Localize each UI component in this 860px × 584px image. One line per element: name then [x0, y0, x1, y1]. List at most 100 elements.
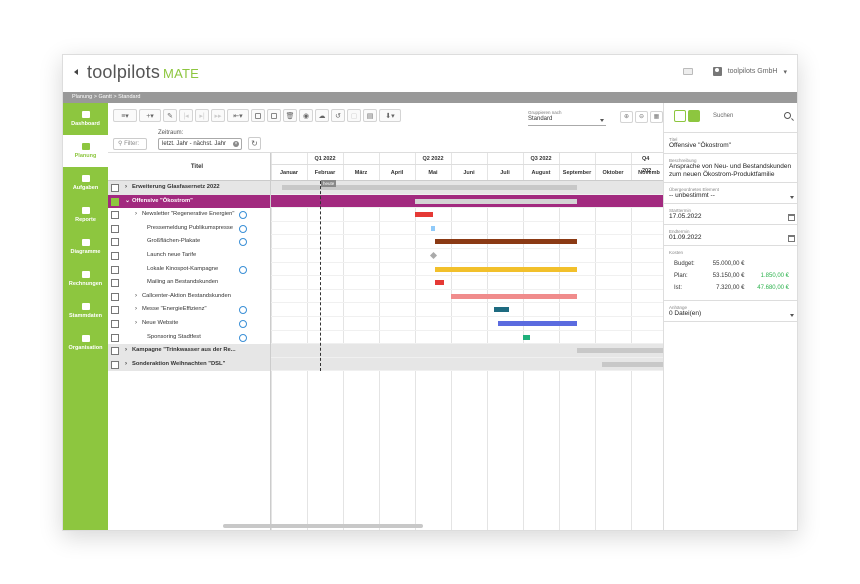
- row-checkbox[interactable]: [111, 211, 119, 220]
- group-by-select[interactable]: Standard: [528, 116, 606, 126]
- row-checkbox[interactable]: [111, 251, 119, 260]
- view-options-button[interactable]: ≡▾: [113, 109, 137, 122]
- chevron-right-icon[interactable]: ›: [125, 358, 127, 372]
- title-field[interactable]: Titel Offensive "Ökostrom": [664, 133, 797, 154]
- chevron-right-icon[interactable]: ›: [135, 290, 137, 304]
- chevron-right-icon[interactable]: ›: [135, 317, 137, 331]
- task-row[interactable]: › Callcenter-Aktion Bestandskunden: [108, 290, 270, 304]
- company-name[interactable]: toolpilots GmbH: [728, 68, 778, 75]
- chevron-right-icon[interactable]: ›: [125, 181, 127, 195]
- refresh-button[interactable]: ↻: [248, 137, 261, 150]
- detail-view-button[interactable]: [688, 110, 700, 122]
- filter-button[interactable]: ⚲ Filter:: [113, 138, 147, 150]
- status-circle-icon[interactable]: [239, 319, 247, 328]
- milestone-diamond[interactable]: [429, 251, 437, 260]
- nav-organisation[interactable]: Organisation: [63, 327, 108, 359]
- status-circle-icon[interactable]: [239, 238, 247, 247]
- status-circle-icon[interactable]: [239, 224, 247, 233]
- back-arrow-icon[interactable]: [74, 69, 78, 75]
- history-button[interactable]: ↺: [331, 109, 345, 122]
- chevron-down-icon[interactable]: ▾: [783, 68, 787, 76]
- delete-button[interactable]: 🗑: [283, 109, 297, 122]
- row-checkbox[interactable]: [111, 184, 119, 192]
- row-checkbox[interactable]: [111, 333, 119, 342]
- attachments-field[interactable]: Anhänge 0 Datei(en): [664, 301, 797, 322]
- nav-diagramme[interactable]: Diagramme: [63, 231, 108, 263]
- parent-value[interactable]: -- unbestimmt --: [669, 192, 794, 200]
- task-row[interactable]: Mailing an Bestandskunden: [108, 276, 270, 290]
- gantt-bar[interactable]: [434, 280, 444, 286]
- duplicate-button[interactable]: [267, 109, 281, 122]
- chevron-right-icon[interactable]: ›: [125, 344, 127, 358]
- zoom-out-icon[interactable]: ⊖: [635, 111, 648, 123]
- calendar-icon[interactable]: [788, 235, 795, 242]
- task-row[interactable]: Pressemeldung Publikumspresse: [108, 222, 270, 236]
- nav-rechnungen[interactable]: Rechnungen: [63, 263, 108, 295]
- description-field[interactable]: Beschreibung Ansprache von Neu- und Best…: [664, 154, 797, 183]
- messages-icon[interactable]: [682, 68, 693, 75]
- status-circle-icon[interactable]: [239, 211, 247, 220]
- next-button[interactable]: ▸|: [195, 109, 209, 122]
- gantt-bar[interactable]: [523, 334, 531, 340]
- gantt-bar[interactable]: [434, 239, 577, 245]
- chevron-right-icon[interactable]: ›: [135, 208, 137, 222]
- start-date-value[interactable]: 17.05.2022: [669, 213, 794, 221]
- row-checkbox[interactable]: [111, 306, 119, 315]
- end-date-value[interactable]: 01.09.2022: [669, 234, 794, 242]
- gantt-bar[interactable]: [415, 212, 433, 218]
- gantt-bar[interactable]: [415, 198, 577, 204]
- chevron-down-icon[interactable]: [790, 314, 794, 317]
- list-view-button[interactable]: [674, 110, 686, 122]
- task-row[interactable]: › Kampagne "Trinkwasser aus der Re...: [108, 344, 270, 358]
- row-checkbox[interactable]: [111, 279, 119, 288]
- gantt-bar[interactable]: [451, 293, 577, 299]
- indent-button[interactable]: ⇤▾: [227, 109, 249, 122]
- gantt-bar[interactable]: [577, 348, 663, 354]
- row-checkbox[interactable]: [111, 197, 119, 206]
- search-icon[interactable]: [784, 112, 791, 119]
- row-checkbox[interactable]: [111, 347, 119, 356]
- chevron-right-icon[interactable]: ›: [135, 303, 137, 317]
- view-button[interactable]: ◉: [299, 109, 313, 122]
- start-date-field[interactable]: Starttermin 17.05.2022: [664, 204, 797, 225]
- disabled-button[interactable]: ▢: [347, 109, 361, 122]
- task-row[interactable]: › Sonderaktion Weihnachten "DSL": [108, 357, 270, 372]
- gantt-bar[interactable]: [431, 225, 435, 231]
- zeitraum-input[interactable]: letzt. Jahr - nächst. Jahr ×: [158, 138, 242, 150]
- calendar-icon[interactable]: ▦: [650, 111, 663, 123]
- gantt-bar[interactable]: [494, 307, 509, 313]
- gantt-bar[interactable]: [497, 321, 577, 326]
- cloud-button[interactable]: ☁: [315, 109, 329, 122]
- task-row[interactable]: Launch neue Tarife: [108, 249, 270, 263]
- task-row[interactable]: Großflächen-Plakate: [108, 235, 270, 249]
- title-value[interactable]: Offensive "Ökostrom": [669, 142, 794, 150]
- row-checkbox[interactable]: [111, 224, 119, 233]
- clear-icon[interactable]: ×: [233, 141, 239, 147]
- gantt-bar[interactable]: [434, 266, 577, 272]
- status-circle-icon[interactable]: [239, 265, 247, 274]
- document-button[interactable]: ▤: [363, 109, 377, 122]
- title-column-header[interactable]: Titel: [108, 153, 270, 181]
- search-input[interactable]: Suchen: [713, 113, 733, 119]
- horizontal-scrollbar[interactable]: [223, 524, 423, 528]
- row-checkbox[interactable]: [111, 319, 119, 328]
- nav-stammdaten[interactable]: Stammdaten: [63, 295, 108, 327]
- row-checkbox[interactable]: [111, 265, 119, 274]
- last-button[interactable]: ▸▸: [211, 109, 225, 122]
- chevron-down-icon[interactable]: ⌄: [125, 195, 130, 209]
- edit-button[interactable]: ✎: [163, 109, 177, 122]
- end-date-field[interactable]: Endtermin 01.09.2022: [664, 225, 797, 246]
- copy-button[interactable]: [251, 109, 265, 122]
- nav-reporte[interactable]: Reporte: [63, 199, 108, 231]
- attachments-value[interactable]: 0 Datei(en): [669, 310, 794, 318]
- row-checkbox[interactable]: [111, 238, 119, 247]
- calendar-icon[interactable]: [788, 214, 795, 221]
- status-circle-icon[interactable]: [239, 306, 247, 315]
- task-row[interactable]: Lokale Kinospot-Kampagne: [108, 263, 270, 277]
- task-row[interactable]: ⌄ Offensive "Ökostrom": [108, 194, 270, 209]
- download-button[interactable]: ⬇▾: [379, 109, 401, 122]
- status-circle-icon[interactable]: [239, 333, 247, 342]
- task-row[interactable]: › Messe "EnergieEffizienz": [108, 303, 270, 317]
- parent-field[interactable]: Übergeordnetes Element -- unbestimmt --: [664, 183, 797, 204]
- nav-planung[interactable]: Planung: [63, 135, 108, 167]
